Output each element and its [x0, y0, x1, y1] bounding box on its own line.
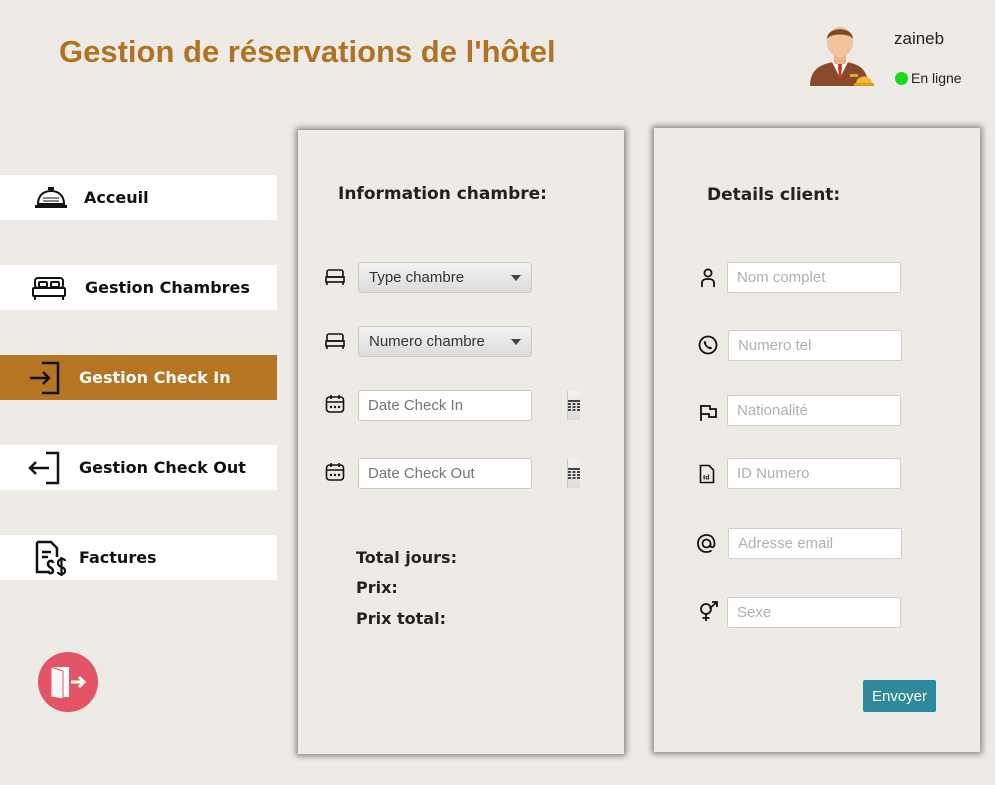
- bed-icon: [325, 269, 345, 285]
- bed-icon: [325, 333, 345, 349]
- logout-button[interactable]: [38, 652, 98, 712]
- status-label: En ligne: [911, 70, 962, 86]
- total-price-label: Prix total:: [356, 609, 446, 628]
- submit-button[interactable]: Envoyer: [863, 680, 936, 712]
- app-title: Gestion de réservations de l'hôtel: [59, 34, 556, 69]
- room-type-value: Type chambre: [369, 269, 465, 286]
- room-number-select[interactable]: Numero chambre: [358, 326, 532, 357]
- calendar-grid-icon: [568, 400, 580, 411]
- check-out-date-input[interactable]: [359, 459, 567, 488]
- user-avatar: [810, 27, 874, 86]
- id-card-icon: Id: [699, 464, 715, 484]
- total-days-label: Total jours:: [356, 548, 457, 567]
- svg-text:Id: Id: [703, 475, 710, 482]
- invoice-icon: [35, 540, 67, 576]
- service-bell-icon: [35, 186, 67, 208]
- flag-icon: [700, 405, 717, 421]
- chevron-down-icon: [511, 339, 521, 345]
- client-panel-title: Details client:: [707, 185, 841, 205]
- calendar-icon: [325, 395, 345, 413]
- full-name-input[interactable]: [727, 262, 901, 293]
- room-number-value: Numero chambre: [369, 333, 485, 350]
- online-status: En ligne: [895, 70, 962, 86]
- nationality-input[interactable]: [727, 395, 901, 426]
- room-panel-title: Information chambre:: [338, 184, 547, 204]
- phone-icon: [698, 335, 718, 355]
- user-name: zaineb: [894, 29, 945, 48]
- gender-icon: [700, 601, 718, 621]
- bed-icon: [32, 276, 66, 300]
- id-number-input[interactable]: [727, 458, 901, 489]
- check-out-date-picker[interactable]: [358, 458, 580, 489]
- phone-number-input[interactable]: [728, 330, 902, 361]
- price-label: Prix:: [356, 578, 398, 597]
- gender-input[interactable]: [727, 597, 901, 628]
- check-in-date-input[interactable]: [359, 391, 567, 420]
- sidebar-item-acceuil[interactable]: Acceuil: [0, 175, 277, 220]
- client-details-panel: Details client: Id Envoyer: [654, 128, 980, 752]
- calendar-grid-icon: [568, 468, 580, 479]
- sign-out-icon: [28, 451, 60, 484]
- person-icon: [701, 268, 715, 287]
- room-type-select[interactable]: Type chambre: [358, 262, 532, 293]
- at-sign-icon: [697, 534, 716, 553]
- status-dot-icon: [895, 71, 908, 85]
- sidebar-item-gestion-check-out[interactable]: Gestion Check Out: [0, 445, 277, 490]
- sidebar-item-factures[interactable]: Factures: [0, 535, 277, 580]
- sign-in-icon: [30, 361, 60, 394]
- sidebar-item-gestion-check-in[interactable]: Gestion Check In: [0, 355, 277, 400]
- chevron-down-icon: [511, 275, 521, 281]
- sidebar-item-label: Gestion Chambres: [85, 278, 250, 297]
- email-input[interactable]: [728, 528, 902, 559]
- logout-door-icon: [50, 666, 87, 699]
- sidebar-item-label: Gestion Check Out: [79, 458, 246, 477]
- sidebar-item-label: Gestion Check In: [79, 368, 231, 387]
- calendar-button[interactable]: [567, 459, 580, 488]
- calendar-icon: [325, 463, 345, 481]
- calendar-button[interactable]: [567, 391, 580, 420]
- sidebar-item-label: Factures: [79, 548, 157, 567]
- sidebar-item-gestion-chambres[interactable]: Gestion Chambres: [0, 265, 277, 310]
- sidebar-item-label: Acceuil: [84, 188, 149, 207]
- check-in-date-picker[interactable]: [358, 390, 580, 421]
- room-info-panel: Information chambre: Type chambre Numero…: [298, 130, 624, 754]
